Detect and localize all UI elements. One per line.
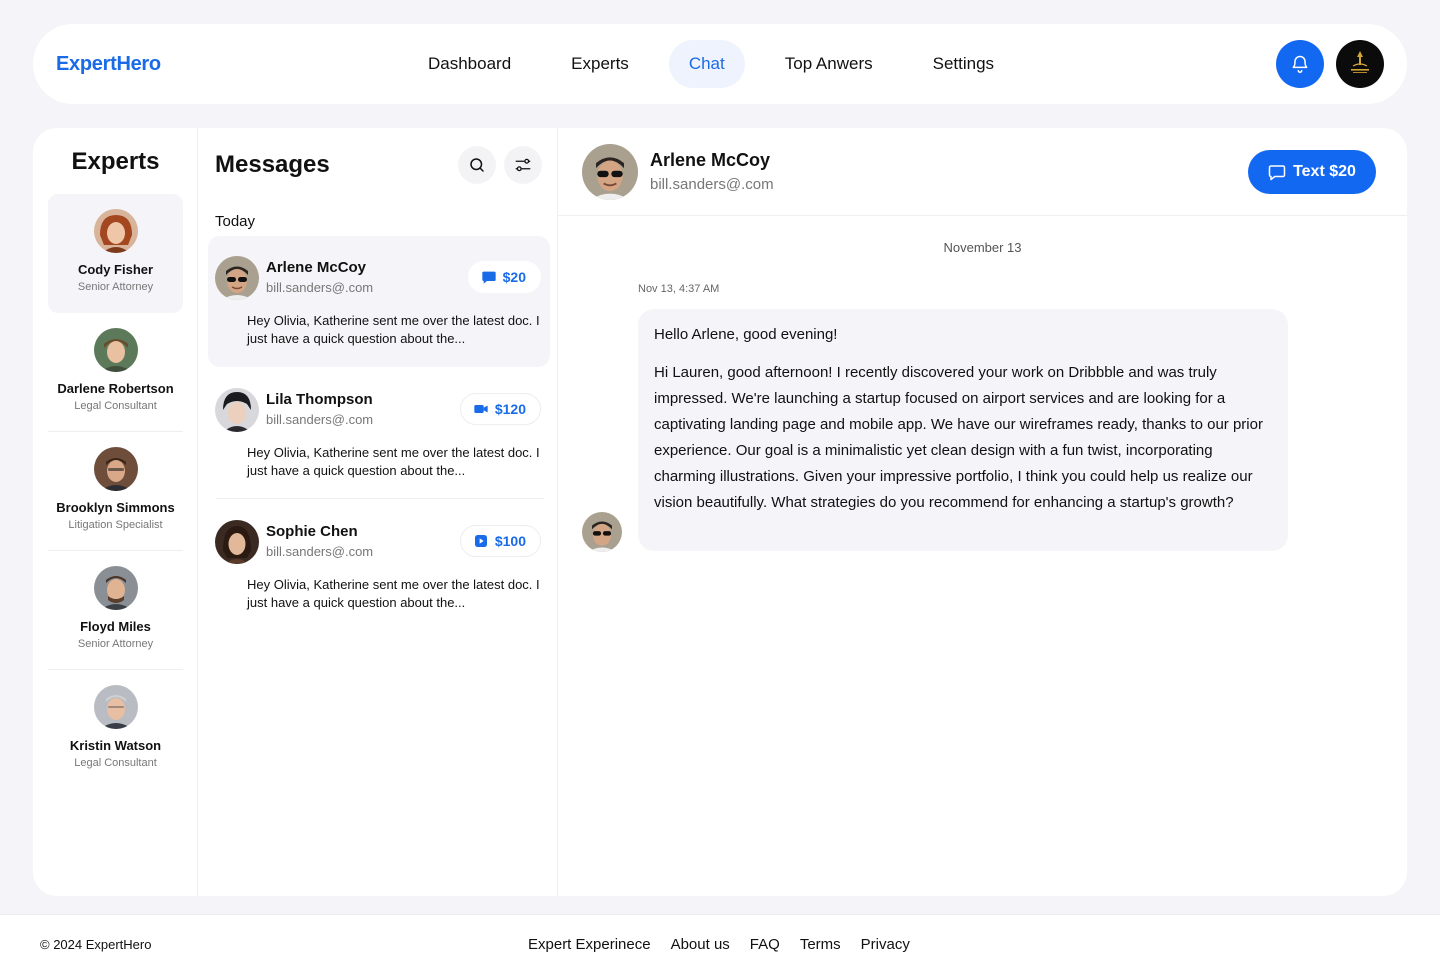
expert-card[interactable]: Cody Fisher Senior Attorney	[48, 194, 183, 313]
avatar	[94, 447, 138, 491]
avatar	[94, 566, 138, 610]
conversation-item[interactable]: Sophie Chen bill.sanders@.com $100 Hey O…	[208, 500, 550, 631]
experts-title: Experts	[71, 148, 160, 175]
price-value: $20	[502, 269, 526, 285]
play-icon	[474, 535, 487, 547]
search-button[interactable]	[458, 146, 496, 184]
messages-column: Messages Today Arlene McCoy bill.sanders…	[199, 128, 558, 896]
expert-role: Legal Consultant	[74, 400, 157, 412]
avatar	[215, 256, 259, 300]
message-timestamp: Nov 13, 4:37 AM	[638, 283, 720, 295]
copyright: © 2024 ExpertHero	[40, 937, 152, 952]
date-separator: November 13	[943, 240, 1022, 255]
contact-email: bill.sanders@.com	[266, 544, 374, 559]
price-badge: $100	[459, 525, 541, 557]
expert-name: Brooklyn Simmons	[56, 500, 175, 515]
price-badge: $120	[459, 393, 541, 425]
expert-role: Litigation Specialist	[68, 519, 163, 531]
footer-link-faq[interactable]: FAQ	[750, 936, 780, 953]
nav-top-answers[interactable]: Top Anwers	[765, 40, 893, 88]
conversation-item[interactable]: Lila Thompson bill.sanders@.com $120 Hey…	[208, 368, 550, 499]
contact-name: Sophie Chen	[266, 523, 358, 540]
top-navigation: ExpertHero Dashboard Experts Chat Top An…	[33, 24, 1407, 104]
footer-link-privacy[interactable]: Privacy	[861, 936, 910, 953]
expert-card[interactable]: Kristin Watson Legal Consultant	[48, 670, 183, 789]
section-label-today: Today	[215, 213, 256, 230]
contact-name: Arlene McCoy	[266, 259, 367, 276]
avatar	[94, 685, 138, 729]
message-body: Hi Lauren, good afternoon! I recently di…	[654, 364, 1263, 511]
expert-card[interactable]: Darlene Robertson Legal Consultant	[48, 313, 183, 432]
contact-email: bill.sanders@.com	[266, 412, 374, 427]
expert-name: Floyd Miles	[80, 619, 151, 634]
search-icon	[470, 158, 484, 172]
message-greeting: Hello Arlene, good evening!	[654, 326, 838, 343]
nav-experts[interactable]: Experts	[551, 40, 649, 88]
main-panel: Experts Cody Fisher Senior Attorney Darl…	[33, 128, 1407, 896]
footer-link-expert-experience[interactable]: Expert Experinece	[528, 936, 651, 953]
message-preview: Hey Olivia, Katherine sent me over the l…	[247, 313, 540, 346]
contact-name: Lila Thompson	[266, 391, 373, 408]
notifications-button[interactable]	[1276, 40, 1324, 88]
message-preview: Hey Olivia, Katherine sent me over the l…	[247, 577, 540, 610]
nav-chat[interactable]: Chat	[668, 40, 745, 88]
conversation-item[interactable]: Arlene McCoy bill.sanders@.com $20 Hey O…	[208, 236, 550, 367]
avatar	[215, 520, 259, 564]
filter-sliders-icon	[515, 158, 531, 172]
expert-name: Cody Fisher	[77, 262, 154, 277]
expert-card[interactable]: Floyd Miles Senior Attorney	[48, 551, 183, 670]
filter-button[interactable]	[504, 146, 542, 184]
nav-settings[interactable]: Settings	[913, 40, 1014, 88]
expert-role: Senior Attorney	[77, 281, 154, 293]
messages-title: Messages	[215, 151, 330, 178]
nav-links: Dashboard Experts Chat Top Anwers Settin…	[408, 40, 1034, 88]
brand-logo[interactable]: ExpertHero	[56, 53, 161, 76]
expert-role: Senior Attorney	[77, 638, 154, 650]
chat-bubble-icon	[1268, 165, 1286, 181]
text-price-button[interactable]: Text $20	[1248, 150, 1376, 194]
message-bubble: Hello Arlene, good evening! Hi Lauren, g…	[638, 309, 1288, 551]
chat-contact-email: bill.sanders@.com	[650, 176, 774, 193]
expert-name: Darlene Robertson	[57, 381, 174, 396]
avatar	[94, 328, 138, 372]
expert-card[interactable]: Brooklyn Simmons Litigation Specialist	[48, 432, 183, 551]
chat-contact-name: Arlene McCoy	[650, 150, 771, 170]
expert-role: Legal Consultant	[74, 757, 157, 769]
avatar	[582, 144, 638, 200]
price-value: $100	[494, 533, 526, 549]
footer-link-about[interactable]: About us	[671, 936, 730, 953]
price-badge: $20	[467, 261, 541, 293]
text-price-label: Text $20	[1293, 163, 1356, 180]
chat-bubble-icon	[481, 271, 496, 284]
bell-icon	[1292, 55, 1308, 74]
message-preview: Hey Olivia, Katherine sent me over the l…	[247, 445, 540, 478]
chat-header: Arlene McCoy bill.sanders@.com Text $20	[558, 128, 1407, 216]
footer: © 2024 ExpertHero Expert Experinece Abou…	[0, 914, 1440, 974]
account-avatar[interactable]	[1336, 40, 1384, 88]
expert-name: Kristin Watson	[69, 738, 162, 753]
law-firm-logo-icon	[1351, 51, 1369, 73]
divider	[216, 498, 544, 499]
video-camera-icon	[474, 405, 488, 413]
avatar	[215, 388, 259, 432]
contact-email: bill.sanders@.com	[266, 280, 374, 295]
chat-panel: Arlene McCoy bill.sanders@.com Text $20 …	[558, 128, 1407, 896]
avatar	[94, 209, 138, 253]
price-value: $120	[494, 401, 526, 417]
nav-dashboard[interactable]: Dashboard	[408, 40, 531, 88]
sender-avatar	[582, 512, 622, 552]
experts-column: Experts Cody Fisher Senior Attorney Darl…	[33, 128, 198, 896]
footer-links: Expert Experinece About us FAQ Terms Pri…	[528, 936, 910, 953]
footer-link-terms[interactable]: Terms	[800, 936, 841, 953]
